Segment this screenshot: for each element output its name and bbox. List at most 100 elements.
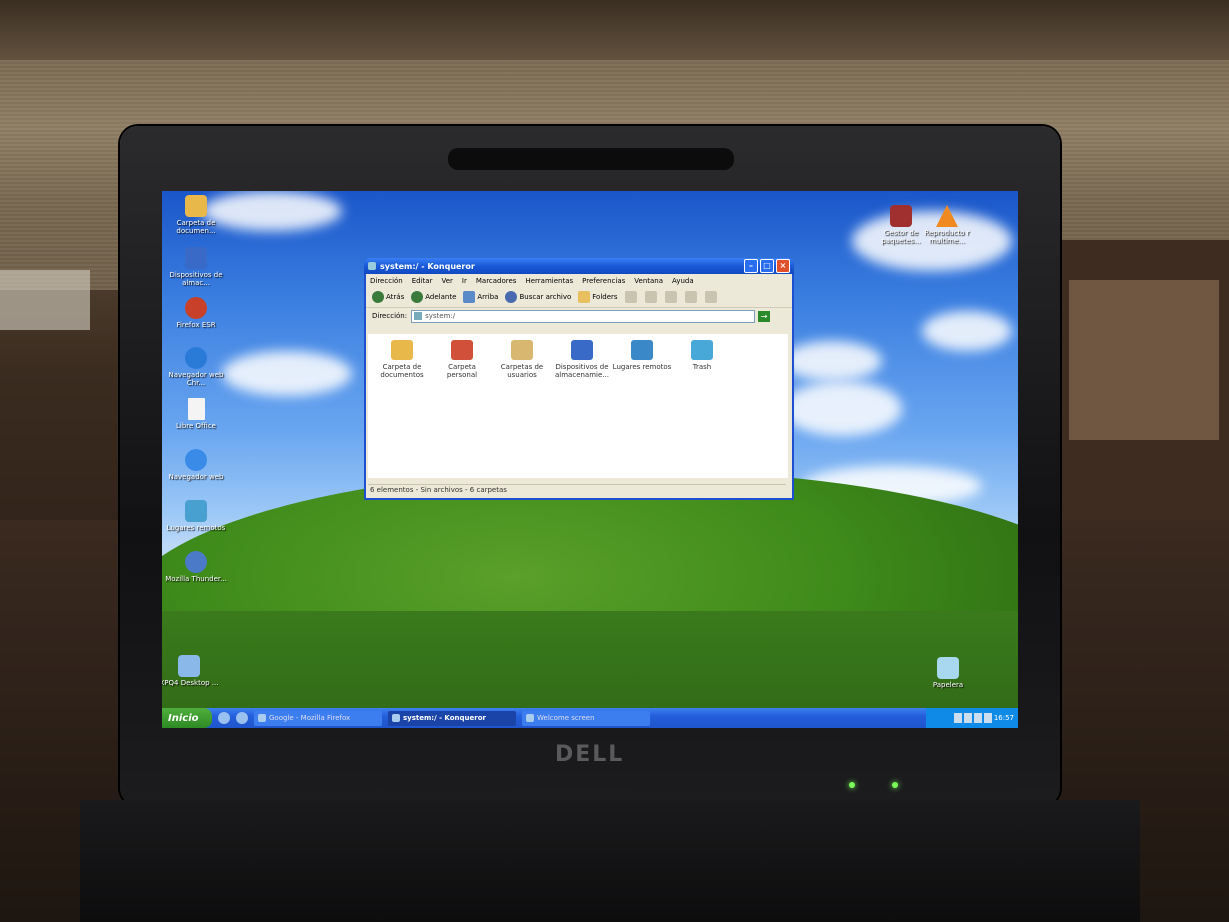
laptop-base (80, 800, 1140, 922)
menu-ir[interactable]: Ir (462, 277, 467, 285)
package-icon (890, 205, 912, 227)
welcome-icon (526, 714, 534, 722)
menu-preferencias[interactable]: Preferencias (582, 277, 625, 285)
task-konqueror[interactable]: system:/ - Konqueror (388, 710, 516, 726)
desktop-icon-libreoffice[interactable]: Libre Office (165, 398, 227, 430)
menu-ayuda[interactable]: Ayuda (672, 277, 694, 285)
konqueror-window: system:/ - Konqueror – □ × Dirección Edi… (364, 258, 794, 500)
menu-ver[interactable]: Ver (441, 277, 452, 285)
toolbar: Atrás Adelante Arriba Buscar archivo Fol… (366, 287, 792, 308)
menu-bar: Dirección Editar Ver Ir Marcadores Herra… (366, 274, 792, 287)
window-light (0, 270, 90, 330)
cloud (922, 311, 1012, 351)
system-icon (414, 312, 423, 320)
forward-arrow-icon (411, 291, 424, 303)
folder-icon (391, 340, 413, 360)
battery-led (892, 782, 898, 788)
item-home-folder[interactable]: Carpeta personal (432, 340, 492, 379)
desktop-icon-chrome[interactable]: Navegador web Chr... (165, 347, 227, 387)
thunderbird-icon (185, 551, 207, 573)
paste-icon[interactable] (644, 291, 657, 303)
volume-icon[interactable] (973, 713, 982, 723)
document-icon (187, 398, 205, 420)
konqueror-icon (368, 262, 376, 270)
maximize-button[interactable]: □ (760, 259, 774, 273)
computer-icon (185, 247, 207, 269)
power-led (849, 782, 855, 788)
task-welcome[interactable]: Welcome screen (522, 710, 650, 726)
desktop-icon-firefox[interactable]: Firefox ESR (165, 297, 227, 329)
system-tray: 16:57 (926, 708, 1018, 728)
users-folder-icon (511, 340, 533, 360)
desktop-icon-thunderbird[interactable]: Mozilla Thunder... (165, 551, 227, 583)
menu-editar[interactable]: Editar (412, 277, 433, 285)
vlc-cone-icon (936, 205, 958, 227)
address-bar: Dirección: system:/ → (366, 308, 792, 324)
chrome-icon (185, 347, 207, 369)
window-titlebar[interactable]: system:/ - Konqueror – □ × (364, 258, 794, 274)
network-icon (631, 340, 653, 360)
task-firefox[interactable]: Google - Mozilla Firefox (254, 710, 382, 726)
menu-direccion[interactable]: Dirección (370, 277, 403, 285)
forward-button[interactable]: Adelante (411, 291, 456, 303)
cloud (782, 381, 902, 436)
file-view: Carpeta de documentos Carpeta personal C… (368, 334, 788, 478)
desktop-icon-documents[interactable]: Carpeta de documen... (165, 195, 227, 235)
folder-icon (185, 195, 207, 217)
firefox-icon (185, 297, 207, 319)
quicklaunch-browser-icon[interactable] (236, 712, 248, 724)
desktop-screen: Carpeta de documen... Dispositivos de al… (162, 191, 1018, 728)
storage-icon (571, 340, 593, 360)
status-bar: 6 elementos - Sin archivos - 6 carpetas (368, 484, 786, 496)
up-button[interactable]: Arriba (463, 291, 498, 303)
minimize-button[interactable]: – (744, 259, 758, 273)
item-remote-places[interactable]: Lugares remotos (612, 340, 672, 371)
desktop-icon-web-browser[interactable]: Navegador web (165, 449, 227, 481)
network-icon (185, 500, 207, 522)
menu-marcadores[interactable]: Marcadores (476, 277, 517, 285)
cloud (782, 341, 882, 381)
webcam-strip (448, 148, 734, 170)
search-button[interactable]: Buscar archivo (505, 291, 571, 303)
item-trash[interactable]: Trash (672, 340, 732, 371)
clock[interactable]: 16:57 (994, 714, 1014, 722)
recycle-bin-icon (937, 657, 959, 679)
map-icon (178, 655, 200, 677)
firefox-icon (258, 714, 266, 722)
start-button[interactable]: Inicio (162, 708, 212, 728)
copy-icon[interactable] (624, 291, 637, 303)
item-documents-folder[interactable]: Carpeta de documentos (372, 340, 432, 379)
konqueror-icon (392, 714, 400, 722)
search-icon (505, 291, 518, 303)
cloud (222, 351, 352, 396)
item-storage-devices[interactable]: Dispositivos de almacenamie... (552, 340, 612, 379)
undo-icon[interactable] (684, 291, 697, 303)
address-input[interactable]: system:/ (411, 309, 756, 323)
view-mode-icon[interactable] (704, 291, 717, 303)
desktop-icon-storage[interactable]: Dispositivos de almac... (165, 247, 227, 287)
go-button[interactable]: → (758, 310, 771, 322)
network-icon[interactable] (963, 713, 972, 723)
taskbar: Inicio Google - Mozilla Firefox system:/… (162, 708, 1018, 728)
folders-button[interactable]: Folders (578, 291, 618, 303)
up-arrow-icon (463, 291, 476, 303)
desktop-icon-media-player[interactable]: Reproducto r multime... (916, 205, 978, 245)
back-button[interactable]: Atrás (372, 291, 404, 303)
desktop-icon-xpq4[interactable]: XPQ4 Desktop ... (162, 655, 220, 687)
window-title: system:/ - Konqueror (380, 261, 475, 271)
close-button[interactable]: × (776, 259, 790, 273)
home-icon (451, 340, 473, 360)
dell-logo: DELL (555, 742, 625, 767)
folder-icon (578, 291, 591, 303)
menu-ventana[interactable]: Ventana (634, 277, 663, 285)
desktop-icon-recycle-bin[interactable]: Papelera (917, 657, 979, 689)
desktop-icon-remote-places[interactable]: Lugares remotos (165, 500, 227, 532)
delete-icon[interactable] (664, 291, 677, 303)
clipboard-icon[interactable] (953, 713, 962, 723)
back-arrow-icon (372, 291, 384, 303)
quicklaunch-desktop-icon[interactable] (218, 712, 230, 724)
globe-icon (185, 449, 207, 471)
menu-herramientas[interactable]: Herramientas (525, 277, 573, 285)
item-user-folders[interactable]: Carpetas de usuarios (492, 340, 552, 379)
battery-icon[interactable] (983, 713, 992, 723)
